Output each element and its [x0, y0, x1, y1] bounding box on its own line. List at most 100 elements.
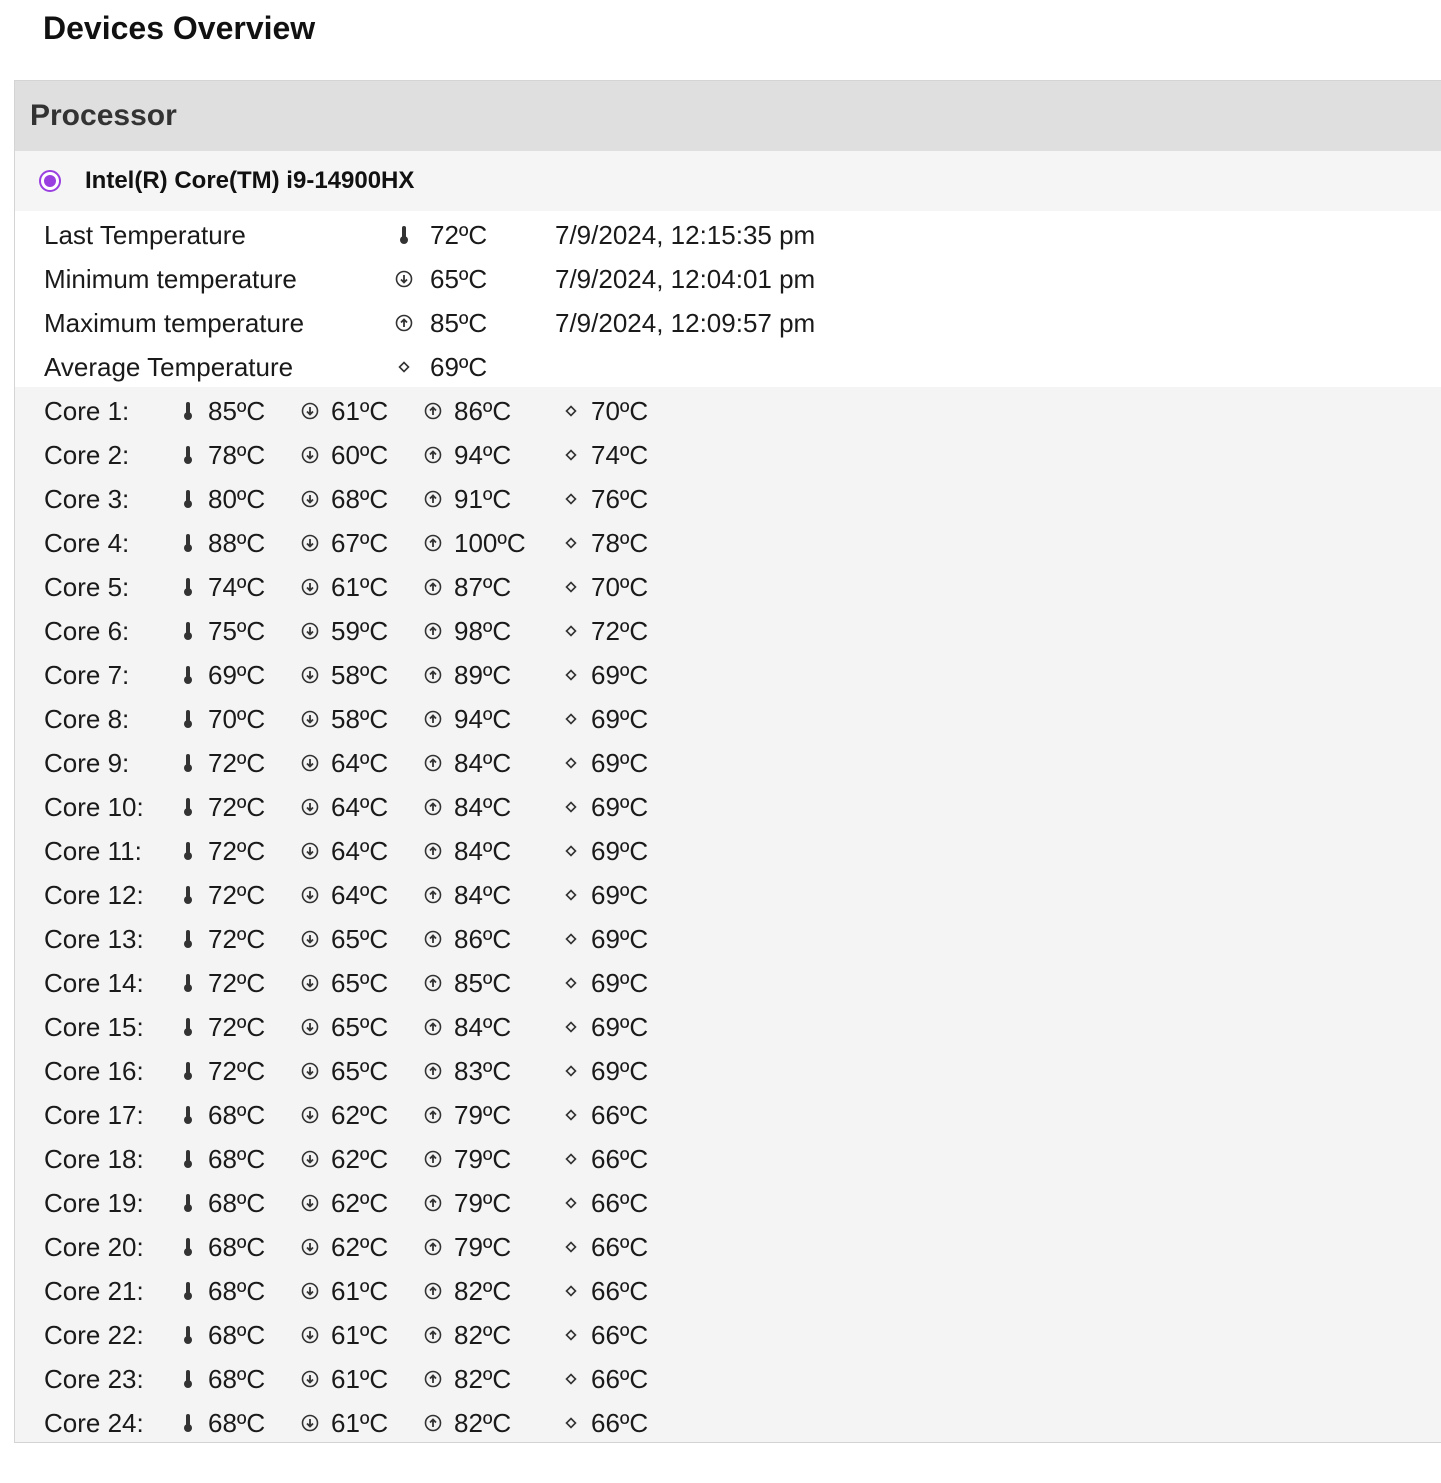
thermometer-icon: [393, 222, 415, 248]
section-title: Processor: [15, 81, 1441, 151]
arrow-up-circle-icon: [422, 838, 444, 864]
core-avg-temp: 66ºC: [591, 1143, 649, 1174]
diamond-icon: [560, 1146, 582, 1172]
thermometer-icon: [177, 750, 199, 776]
arrow-down-circle-icon: [299, 662, 321, 688]
core-min-temp: 62ºC: [331, 1099, 389, 1130]
minimum-temperature-row: Minimum temperature 65ºC 7/9/2024, 12:04…: [15, 257, 1441, 301]
arrow-down-circle-icon: [299, 1058, 321, 1084]
core-row: Core 5: 74ºC 61ºC 87ºC 70ºC: [15, 565, 1441, 609]
arrow-down-circle-icon: [299, 442, 321, 468]
core-min-temp: 64ºC: [331, 747, 389, 778]
diamond-icon: [560, 1278, 582, 1304]
core-avg-temp: 76ºC: [591, 483, 649, 514]
core-current-temp: 72ºC: [208, 1011, 266, 1042]
diamond-icon: [560, 1058, 582, 1084]
diamond-icon: [560, 750, 582, 776]
diamond-icon: [560, 882, 582, 908]
arrow-up-circle-icon: [422, 1366, 444, 1392]
arrow-up-circle-icon: [393, 310, 415, 336]
core-min-temp: 65ºC: [331, 923, 389, 954]
summary-label: Maximum temperature: [44, 307, 305, 338]
thermometer-icon: [177, 970, 199, 996]
summary-value: 69ºC: [430, 351, 488, 382]
core-current-temp: 75ºC: [208, 615, 266, 646]
summary-timestamp: 7/9/2024, 12:04:01 pm: [555, 263, 816, 294]
core-max-temp: 84ºC: [454, 747, 512, 778]
thermometer-icon: [177, 1058, 199, 1084]
device-radio-button[interactable]: [39, 170, 61, 192]
thermometer-icon: [177, 486, 199, 512]
arrow-down-circle-icon: [299, 1234, 321, 1260]
last-temperature-row: Last Temperature 72ºC 7/9/2024, 12:15:35…: [15, 213, 1441, 257]
device-row[interactable]: Intel(R) Core(TM) i9-14900HX: [15, 151, 1441, 211]
core-max-temp: 91ºC: [454, 483, 512, 514]
processor-panel: Processor Intel(R) Core(TM) i9-14900HX L…: [14, 80, 1441, 1443]
core-label: Core 8:: [44, 703, 130, 734]
core-min-temp: 65ºC: [331, 1011, 389, 1042]
core-label: Core 1:: [44, 395, 130, 426]
core-current-temp: 72ºC: [208, 967, 266, 998]
core-min-temp: 61ºC: [331, 395, 389, 426]
core-label: Core 6:: [44, 615, 130, 646]
core-min-temp: 60ºC: [331, 439, 389, 470]
device-name: Intel(R) Core(TM) i9-14900HX: [85, 167, 415, 194]
core-label: Core 23:: [44, 1363, 144, 1394]
diamond-icon: [560, 838, 582, 864]
core-avg-temp: 69ºC: [591, 923, 649, 954]
core-min-temp: 62ºC: [331, 1143, 389, 1174]
core-label: Core 18:: [44, 1143, 144, 1174]
core-row: Core 3: 80ºC 68ºC 91ºC 76ºC: [15, 477, 1441, 521]
diamond-icon: [560, 970, 582, 996]
core-label: Core 13:: [44, 923, 144, 954]
arrow-up-circle-icon: [422, 662, 444, 688]
core-current-temp: 78ºC: [208, 439, 266, 470]
core-min-temp: 61ºC: [331, 571, 389, 602]
core-current-temp: 70ºC: [208, 703, 266, 734]
diamond-icon: [560, 662, 582, 688]
core-label: Core 20:: [44, 1231, 144, 1262]
core-min-temp: 61ºC: [331, 1319, 389, 1350]
core-avg-temp: 66ºC: [591, 1099, 649, 1130]
core-max-temp: 85ºC: [454, 967, 512, 998]
arrow-up-circle-icon: [422, 1102, 444, 1128]
core-max-temp: 94ºC: [454, 703, 512, 734]
core-avg-temp: 66ºC: [591, 1363, 649, 1394]
thermometer-icon: [177, 1102, 199, 1128]
arrow-up-circle-icon: [422, 530, 444, 556]
core-row: Core 18: 68ºC 62ºC 79ºC 66ºC: [15, 1137, 1441, 1181]
core-row: Core 10: 72ºC 64ºC 84ºC 69ºC: [15, 785, 1441, 829]
arrow-down-circle-icon: [299, 1322, 321, 1348]
core-max-temp: 84ºC: [454, 791, 512, 822]
core-current-temp: 72ºC: [208, 879, 266, 910]
core-avg-temp: 69ºC: [591, 747, 649, 778]
thermometer-icon: [177, 398, 199, 424]
average-temperature-row: Average Temperature 69ºC: [15, 345, 1441, 389]
core-max-temp: 87ºC: [454, 571, 512, 602]
diamond-icon: [560, 618, 582, 644]
arrow-down-circle-icon: [299, 1146, 321, 1172]
core-max-temp: 82ºC: [454, 1363, 512, 1394]
core-list: Core 1: 85ºC 61ºC 86ºC 70ºC Core 2: 78ºC 60ºC 94…: [15, 387, 1441, 1445]
summary-label: Average Temperature: [44, 351, 294, 382]
core-avg-temp: 70ºC: [591, 395, 649, 426]
core-avg-temp: 74ºC: [591, 439, 649, 470]
diamond-icon: [560, 398, 582, 424]
core-row: Core 9: 72ºC 64ºC 84ºC 69ºC: [15, 741, 1441, 785]
core-avg-temp: 78ºC: [591, 527, 649, 558]
core-avg-temp: 69ºC: [591, 703, 649, 734]
arrow-up-circle-icon: [422, 1322, 444, 1348]
core-max-temp: 79ºC: [454, 1143, 512, 1174]
diamond-icon: [560, 1410, 582, 1436]
core-avg-temp: 69ºC: [591, 835, 649, 866]
core-min-temp: 61ºC: [331, 1363, 389, 1394]
core-current-temp: 72ºC: [208, 923, 266, 954]
thermometer-icon: [177, 1146, 199, 1172]
arrow-down-circle-icon: [299, 970, 321, 996]
core-row: Core 7: 69ºC 58ºC 89ºC 69ºC: [15, 653, 1441, 697]
arrow-down-circle-icon: [299, 794, 321, 820]
core-min-temp: 61ºC: [331, 1275, 389, 1306]
arrow-down-circle-icon: [299, 1278, 321, 1304]
core-max-temp: 83ºC: [454, 1055, 512, 1086]
core-min-temp: 64ºC: [331, 835, 389, 866]
